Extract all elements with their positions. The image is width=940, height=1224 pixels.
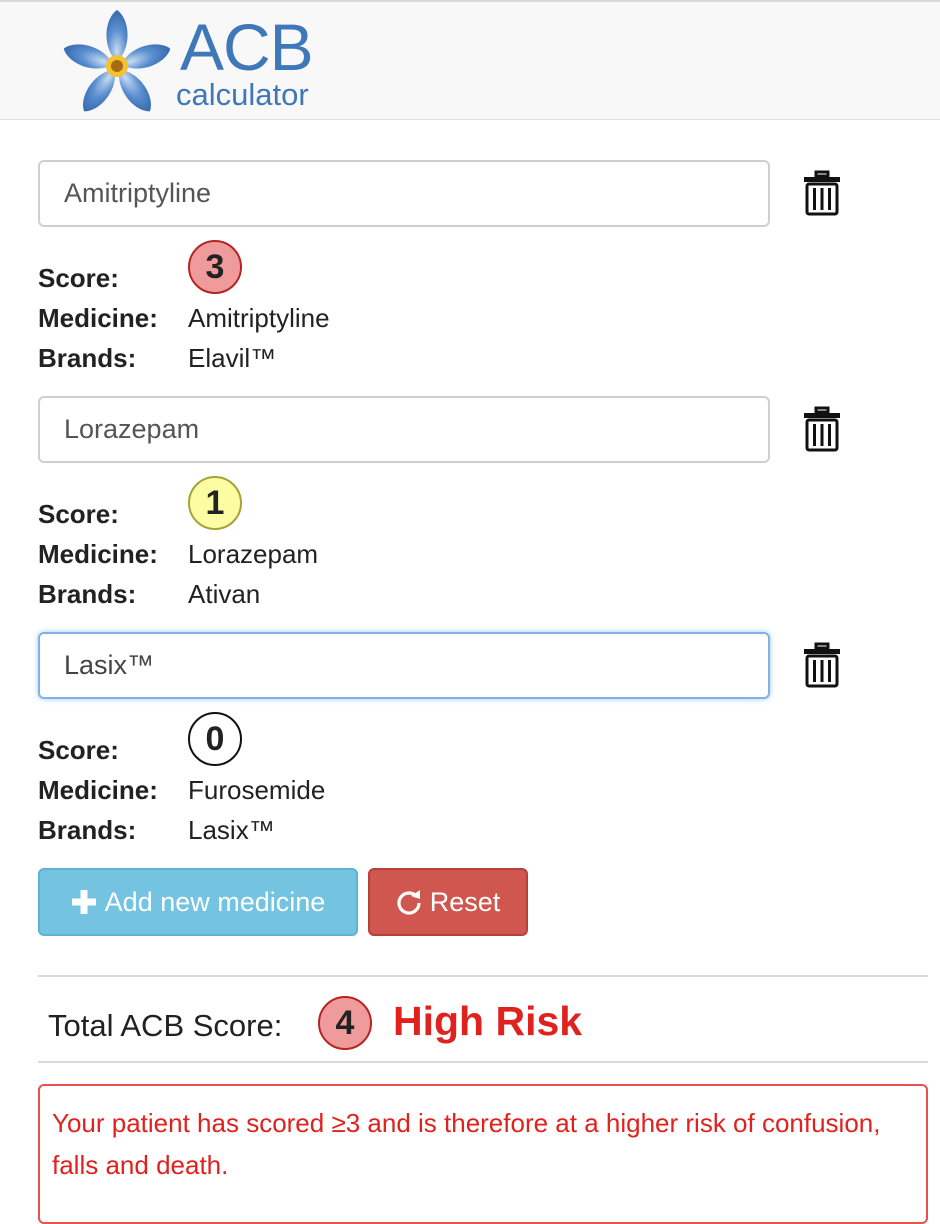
medicine-label: Medicine: <box>38 539 158 569</box>
total-score-badge: 4 <box>318 996 372 1050</box>
total-acb-label: Total ACB Score: <box>48 1008 283 1043</box>
brands-label: Brands: <box>38 815 137 845</box>
logo-subtitle: calculator <box>176 77 309 112</box>
brands-label: Brands: <box>38 579 137 609</box>
divider <box>38 1061 928 1063</box>
medicine-input-3[interactable] <box>38 632 770 699</box>
risk-alert-message: Your patient has scored ≥3 and is theref… <box>52 1108 881 1180</box>
logo-title: ACB <box>180 10 314 84</box>
medicine-name: Amitriptyline <box>188 303 330 333</box>
trash-icon[interactable] <box>802 642 842 688</box>
add-medicine-button[interactable]: Add new medicine <box>38 868 358 936</box>
medicine-label: Medicine: <box>38 303 158 333</box>
flower-logo-icon <box>63 10 171 112</box>
brands-value: Ativan <box>188 579 261 609</box>
risk-level: High Risk <box>393 998 583 1044</box>
score-badge: 1 <box>188 476 242 530</box>
brands-value: Elavil™ <box>188 343 277 373</box>
brands-value: Lasix™ <box>188 815 275 845</box>
reset-button[interactable]: Reset <box>368 868 528 936</box>
score-label: Score: <box>38 263 119 293</box>
app-header: ACB calculator <box>0 0 940 120</box>
divider <box>38 975 928 977</box>
refresh-icon <box>397 890 421 915</box>
plus-icon <box>71 890 96 914</box>
reset-label: Reset <box>429 886 501 917</box>
score-label: Score: <box>38 735 119 765</box>
medicine-input-1[interactable] <box>38 160 770 227</box>
trash-icon[interactable] <box>802 406 842 452</box>
medicine-input-2[interactable] <box>38 396 770 463</box>
medicine-name: Furosemide <box>188 775 326 805</box>
medicine-name: Lorazepam <box>188 539 319 569</box>
medicine-label: Medicine: <box>38 775 158 805</box>
trash-icon[interactable] <box>802 170 842 216</box>
score-label: Score: <box>38 499 119 529</box>
risk-alert: Your patient has scored ≥3 and is theref… <box>38 1084 928 1224</box>
score-badge: 0 <box>188 712 242 766</box>
brands-label: Brands: <box>38 343 137 373</box>
score-badge: 3 <box>188 240 242 294</box>
add-medicine-label: Add new medicine <box>104 886 326 917</box>
